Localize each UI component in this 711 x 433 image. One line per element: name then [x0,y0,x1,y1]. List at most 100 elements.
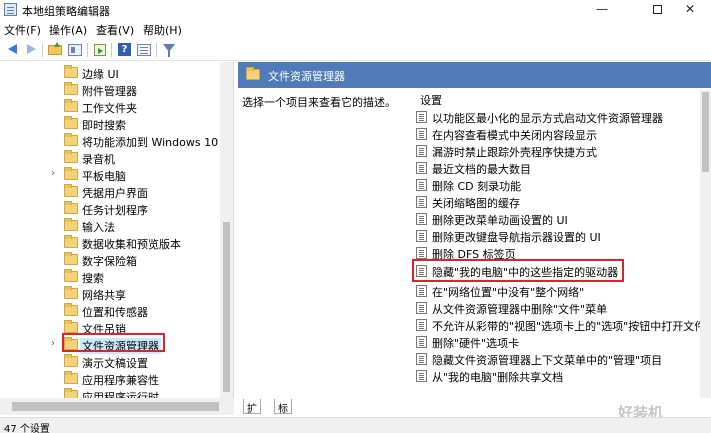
setting-label: 在"网络位置"中没有"整个网络" [432,286,585,299]
tree-item[interactable]: 数据收集和预览版本 [0,234,218,251]
tab-standard[interactable]: 标准 [274,399,292,430]
back-button[interactable] [4,41,22,58]
tree-item[interactable]: 网络共享 [0,285,218,302]
tree-item[interactable]: 将功能添加到 Windows 10 [0,132,218,149]
policy-setting-icon [416,145,427,157]
folder-icon [246,67,260,80]
menu-file[interactable]: 文件(F) [4,22,41,38]
settings-vertical-scrollbar[interactable] [700,90,711,398]
setting-item[interactable]: 关闭缩略图的缓存 [416,193,696,211]
tree-item-label: 位置和传感器 [82,306,148,319]
setting-label: 隐藏文件资源管理器上下文菜单中的"管理"项目 [432,354,663,367]
policy-setting-icon [416,230,427,242]
filter-icon [163,44,175,57]
setting-item[interactable]: 从"我的电脑"删除共享文档 [416,367,696,385]
folder-icon [64,201,78,214]
tree-item[interactable]: 输入法 [0,217,218,234]
tree-item-label: 将功能添加到 Windows 10 [82,136,219,149]
tree-item-label: 即时搜索 [82,119,126,132]
export-icon [94,44,106,56]
setting-item[interactable]: 从文件资源管理器中删除"文件"菜单 [416,299,696,317]
setting-label: 删除更改键盘导航指示器设置的 UI [432,231,601,244]
toolbar-separator [156,43,157,57]
export-button[interactable] [91,41,109,58]
setting-label: 最近文档的最大数目 [432,163,531,176]
tree-item[interactable]: 工作文件夹 [0,98,218,115]
setting-item[interactable]: 隐藏文件资源管理器上下文菜单中的"管理"项目 [416,350,696,368]
policy-setting-icon [416,213,427,225]
tree-vertical-scrollbar[interactable] [220,62,233,398]
setting-label: 关闭缩略图的缓存 [432,197,520,210]
policy-setting-icon [416,111,427,123]
setting-item[interactable]: 删除"硬件"选项卡 [416,333,696,351]
tree-item[interactable]: 附件管理器 [0,81,218,98]
tree-item[interactable]: 凭据用户界面 [0,183,218,200]
setting-item[interactable]: 在内容查看模式中关闭内容段显示 [416,125,696,143]
tree-item-label: 任务计划程序 [82,204,148,217]
folder-up-icon [48,42,62,55]
tree-horizontal-scrollbar[interactable] [0,398,234,415]
folder-icon [64,388,78,398]
tree-item-label: 应用程序运行时 [82,391,159,398]
expand-chevron-icon[interactable]: › [51,168,55,179]
tree-item[interactable]: 边缘 UI [0,64,218,81]
setting-item[interactable]: 删除更改键盘导航指示器设置的 UI [416,227,696,245]
tree-item[interactable]: 即时搜索 [0,115,218,132]
tree-item[interactable]: 演示文稿设置 [0,353,218,370]
setting-label: 不允许从彩带的"视图"选项卡上的"选项"按钮中打开文件夹... [432,320,711,333]
menu-help[interactable]: 帮助(H) [143,22,182,38]
folder-icon [64,116,78,129]
folder-icon [64,235,78,248]
tree-item[interactable]: 搜索 [0,268,218,285]
maximize-icon [652,5,662,14]
forward-button[interactable] [22,41,40,58]
expand-chevron-icon[interactable]: › [51,338,55,349]
tree-item-label: 凭据用户界面 [82,187,148,200]
tree-item-label: 网络共享 [82,289,126,302]
tree-item-label: 录音机 [82,153,115,166]
show-hide-tree-icon [68,44,82,56]
tree-item[interactable]: 数字保险箱 [0,251,218,268]
tree-item-label: 边缘 UI [82,68,119,81]
menu-action[interactable]: 操作(A) [49,22,87,38]
setting-item[interactable]: 漏游时禁止跟踪外壳程序快捷方式 [416,142,696,160]
tree-item[interactable]: 应用程序运行时 [0,387,218,398]
tree-scroll-thumb[interactable] [223,222,230,392]
settings-scroll-thumb[interactable] [702,92,709,172]
tab-extended[interactable]: 扩展 [243,399,261,430]
toolbar: ? [0,39,711,61]
tree-item[interactable]: 录音机 [0,149,218,166]
filter-button[interactable] [160,41,178,58]
tree-item-label: 数字保险箱 [82,255,137,268]
properties-button[interactable] [135,41,153,58]
app-icon [4,3,17,16]
setting-item[interactable]: 在"网络位置"中没有"整个网络" [416,282,696,300]
tree-item[interactable]: 位置和传感器 [0,302,218,319]
setting-item[interactable]: 不允许从彩带的"视图"选项卡上的"选项"按钮中打开文件夹... [416,316,711,334]
toolbar-separator [42,43,43,57]
tree-item[interactable]: › 平板电脑 [0,166,218,183]
policy-tree[interactable]: 边缘 UI 附件管理器 工作文件夹 即时搜索 将功能添加到 Windows 10… [0,62,234,398]
tree-hscroll-thumb[interactable] [12,402,219,411]
show-hide-tree-button[interactable] [66,41,84,58]
up-button[interactable] [46,41,64,58]
menu-view[interactable]: 查看(V) [96,22,134,38]
setting-item[interactable]: 以功能区最小化的显示方式启动文件资源管理器 [416,108,696,126]
minimize-button[interactable]: — [580,0,624,20]
setting-item[interactable]: 删除 CD 刻录功能 [416,176,696,194]
close-button[interactable]: ✕ [668,0,711,20]
folder-icon [64,133,78,146]
setting-label: 删除"硬件"选项卡 [432,337,520,350]
details-header-title: 文件资源管理器 [268,70,345,83]
settings-column-header[interactable]: 设置 [420,92,442,108]
folder-icon [64,303,78,316]
setting-item[interactable]: 最近文档的最大数目 [416,159,696,177]
help-button[interactable]: ? [115,41,133,58]
policy-setting-icon [416,247,427,259]
setting-item[interactable]: 删除更改菜单动画设置的 UI [416,210,696,228]
folder-icon [64,269,78,282]
status-text: 47 个设置 [4,424,50,433]
setting-label: 删除更改菜单动画设置的 UI [432,214,568,227]
tree-item[interactable]: 应用程序兼容性 [0,370,218,387]
tree-item[interactable]: 任务计划程序 [0,200,218,217]
